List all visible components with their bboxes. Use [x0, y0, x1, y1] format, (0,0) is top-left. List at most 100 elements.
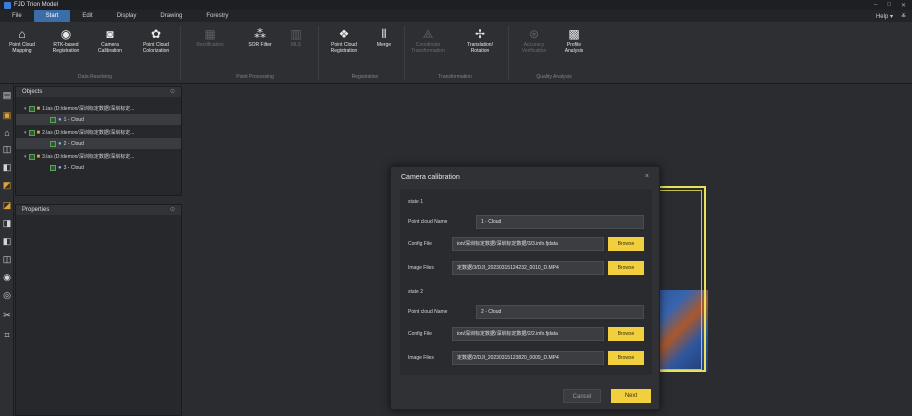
tree-item-2-las[interactable]: ▾ ■ 2.las (D:/demon/深圳标定数据/深圳标定... [16, 127, 181, 138]
image-files-field[interactable]: 定数据/2/DJI_20230315123820_0009_D.MP4 [452, 351, 604, 365]
tree-item-3-las[interactable]: ▾ ■ 3.las (D:/demon/深圳标定数据/深圳标定... [16, 151, 181, 162]
mls-icon: ▥ [290, 27, 302, 41]
cube-icon[interactable]: ◧ [2, 162, 12, 172]
dialog-body: state 1 Point cloud Name 1 - Cloud Confi… [400, 189, 652, 375]
slice-icon[interactable]: ◧ [2, 236, 12, 246]
maximize-button[interactable]: □ [887, 2, 891, 8]
coordinate-transformation-button[interactable]: ⟁ Coordinate Transformation [408, 26, 448, 54]
close-icon[interactable]: × [645, 167, 649, 187]
ribbon-toggle-icon[interactable]: ≚ [901, 13, 906, 20]
point-cloud-colorization-button[interactable]: ✿ Point Cloud Colorization [136, 26, 176, 54]
scissors-icon[interactable]: ✂ [2, 310, 12, 320]
rtk-icon: ◉ [60, 27, 72, 41]
menu-file[interactable]: File [0, 10, 34, 22]
help-menu[interactable]: Help ▾ [876, 13, 893, 20]
folder-icon: ■ [36, 129, 41, 136]
folder-icon[interactable]: ▣ [2, 110, 12, 120]
checkbox[interactable] [50, 140, 56, 147]
menu-forestry[interactable]: Forestry [194, 10, 240, 22]
dialog-title: Camera calibration [401, 173, 460, 181]
group-separator [318, 26, 319, 80]
cloud-icon: ● [58, 116, 62, 123]
image-files-label: Image Files [408, 265, 434, 271]
target-icon[interactable]: ◎ [2, 290, 12, 300]
point-cloud-name-label: Point cloud Name [408, 309, 448, 315]
sor-filter-button[interactable]: ⁂ SOR Filter [240, 26, 280, 48]
properties-panel-title: Properties [22, 207, 50, 213]
folder-icon: ■ [36, 153, 41, 160]
group-quality-analysis: Quality Analysis [536, 74, 572, 80]
palette-icon: ✿ [150, 27, 162, 41]
pin-icon[interactable]: ⊙ [170, 205, 175, 215]
registration-icon: ❖ [338, 27, 350, 41]
checkbox[interactable] [28, 129, 35, 136]
image-files-field[interactable]: 定数据/3/DJI_20230315124232_0010_D.MP4 [452, 261, 604, 275]
scanner-icon: ⌂ [18, 27, 26, 41]
translate-icon: ✢ [474, 27, 486, 41]
collapse-icon[interactable]: ▾ [24, 130, 27, 136]
menu-drawing[interactable]: Drawing [148, 10, 194, 22]
point-cloud-mapping-button[interactable]: ⌂ Point Cloud Mapping [2, 26, 42, 54]
config-file-field[interactable]: ion/深圳标定数据/深圳标定数据/3/3.info.fjdata [452, 237, 604, 251]
folder-icon: ■ [36, 105, 41, 112]
rectify-icon: ▦ [204, 27, 216, 41]
checkbox[interactable] [28, 105, 35, 112]
pin-icon[interactable]: ⊙ [170, 87, 175, 97]
point-cloud-name-field[interactable]: 1 - Cloud [476, 215, 644, 229]
menu-display[interactable]: Display [105, 10, 149, 22]
rectification-button[interactable]: ▦ Rectification [190, 26, 230, 48]
segment-icon[interactable]: ◫ [2, 254, 12, 264]
group-data-resolving: Data Resolving [78, 74, 112, 80]
browse-image-button[interactable]: Browse [608, 261, 644, 275]
browse-config-button[interactable]: Browse [608, 237, 644, 251]
accuracy-verification-button[interactable]: ⊛ Accuracy Verification [514, 26, 554, 54]
checkbox[interactable] [50, 116, 56, 123]
cloud-icon: ● [58, 164, 62, 171]
tree-item-3-cloud[interactable]: ● 3 - Cloud [16, 162, 181, 173]
image-files-label: Image Files [408, 355, 434, 361]
close-window-button[interactable]: ✕ [901, 2, 906, 9]
box-select-icon[interactable]: ◪ [2, 200, 12, 210]
next-button[interactable]: Next [611, 389, 651, 403]
browse-config-button[interactable]: Browse [608, 327, 644, 341]
tree-item-2-cloud[interactable]: ● 2 - Cloud [16, 138, 181, 149]
point-cloud-registration-button[interactable]: ❖ Point Cloud Registration [324, 26, 364, 54]
menu-edit[interactable]: Edit [70, 10, 104, 22]
camera-calibration-button[interactable]: ◙ Camera Calibration [90, 26, 130, 54]
minimize-button[interactable]: – [874, 2, 877, 8]
rtk-registration-button[interactable]: ◉ RTK-based Registration [46, 26, 86, 54]
config-file-label: Config File [408, 331, 432, 337]
state-1-heading: state 1 [408, 199, 424, 205]
mls-button[interactable]: ▥ MLS [276, 26, 316, 48]
profile-icon: ▩ [568, 27, 580, 41]
point-cloud-name-label: Point cloud Name [408, 219, 448, 225]
browse-image-button[interactable]: Browse [608, 351, 644, 365]
camera-icon: ◙ [106, 27, 114, 41]
layer-icon[interactable]: ⌂ [2, 128, 12, 138]
sphere-icon[interactable]: ◉ [2, 272, 12, 282]
collapse-icon[interactable]: ▾ [24, 154, 27, 160]
grid-view-icon[interactable]: ▤ [2, 90, 12, 100]
profile-analysis-button[interactable]: ▩ Profile Analysis [554, 26, 594, 54]
group-separator [508, 26, 509, 80]
checkbox[interactable] [50, 164, 56, 171]
box-icon[interactable]: ◫ [2, 144, 12, 154]
filter-icon: ⁂ [254, 27, 266, 41]
yellow-cube-icon[interactable]: ◩ [2, 180, 12, 190]
app-title: FJD Trion Model [14, 2, 59, 8]
cancel-button[interactable]: Cancel [563, 389, 601, 403]
collapse-icon[interactable]: ▾ [24, 106, 27, 112]
clip-box-icon[interactable]: ◨ [2, 218, 12, 228]
app-logo-icon [4, 1, 11, 9]
menu-start[interactable]: Start [33, 10, 71, 22]
state-2-heading: state 2 [408, 289, 424, 295]
point-cloud-name-field[interactable]: 2 - Cloud [476, 305, 644, 319]
tree-item-1-cloud[interactable]: ● 1 - Cloud [16, 114, 181, 125]
menu-bar: File Start Edit Display Drawing Forestry [0, 10, 912, 22]
merge-button[interactable]: ⫴ Merge [364, 26, 404, 48]
tree-item-1-las[interactable]: ▾ ■ 1.las (D:/demon/深圳标定数据/深圳标定... [16, 103, 181, 114]
checkbox[interactable] [28, 153, 35, 160]
translation-rotation-button[interactable]: ✢ Translation/ Rotation [460, 26, 500, 54]
config-file-field[interactable]: ion/深圳标定数据/深圳标定数据/2/2.info.fjdata [452, 327, 604, 341]
crop-icon[interactable]: ⌗ [2, 330, 12, 340]
